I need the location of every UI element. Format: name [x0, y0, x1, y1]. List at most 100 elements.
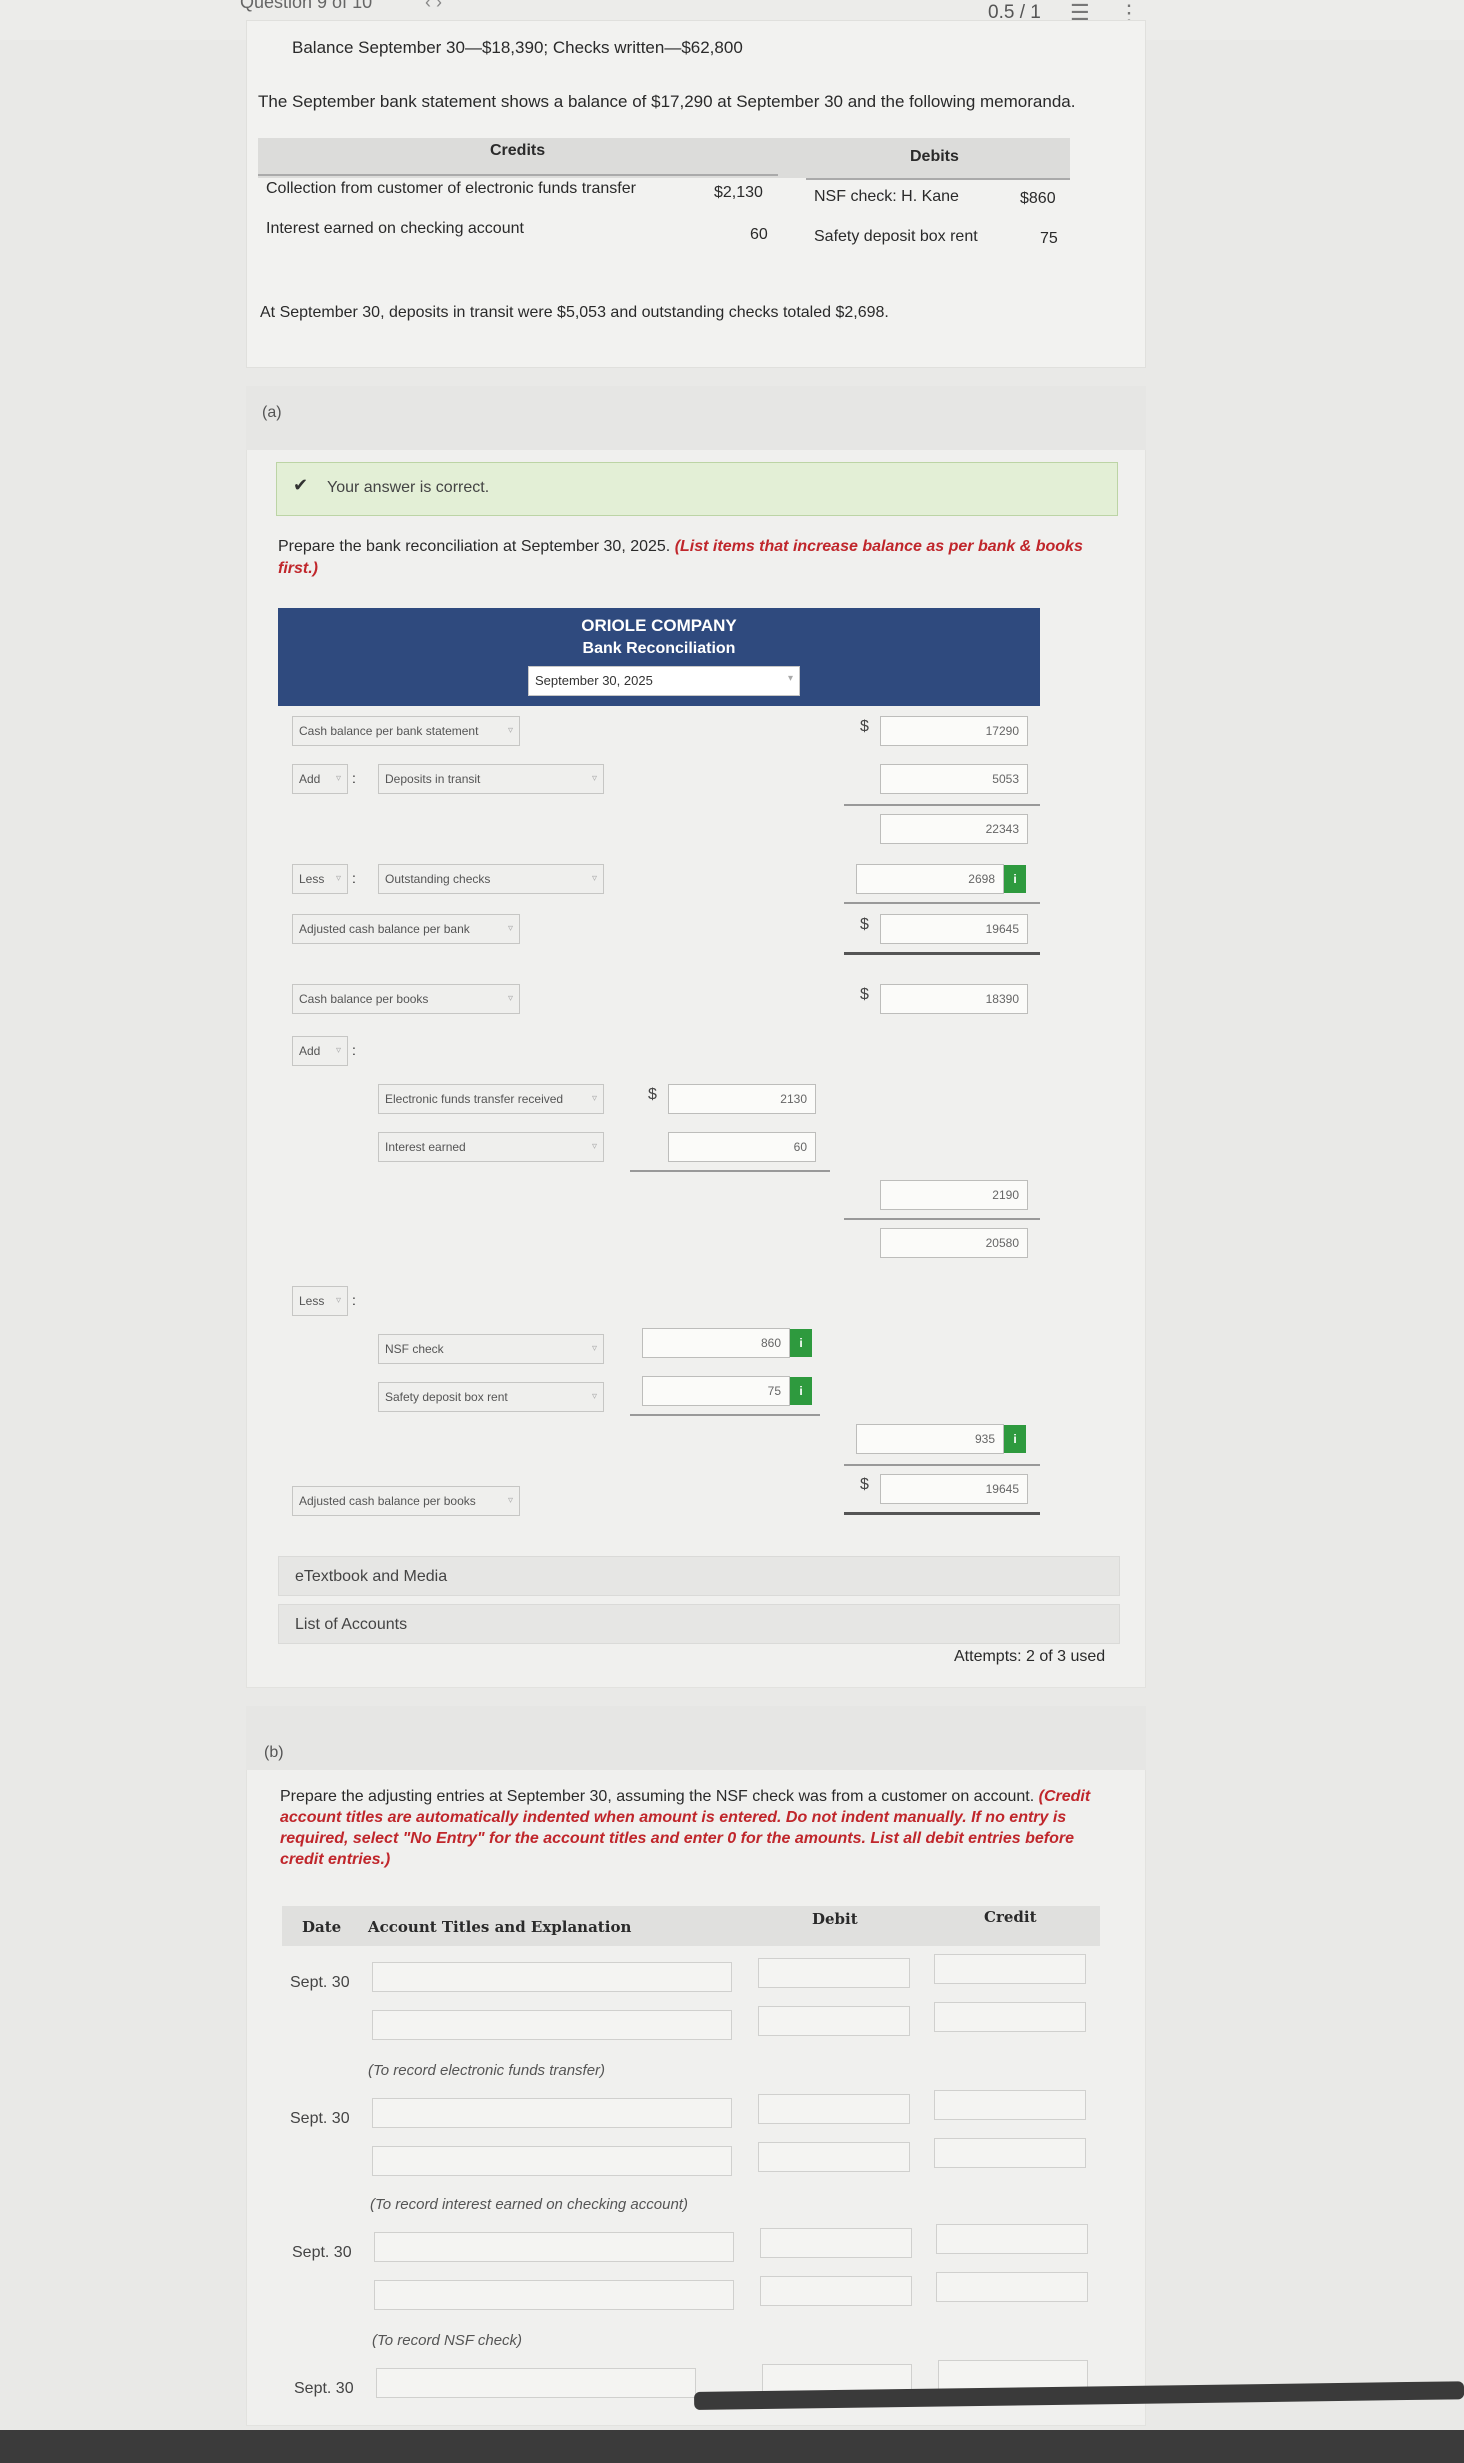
dollar-sign: $ — [860, 916, 869, 933]
rule — [844, 1464, 1040, 1466]
credit-input[interactable] — [938, 2360, 1088, 2390]
debit-input[interactable] — [760, 2276, 912, 2306]
check-icon: ✔ — [293, 475, 309, 495]
part-b-instruction: Prepare the adjusting entries at Septemb… — [280, 1786, 1120, 1870]
info-icon[interactable]: i — [1004, 1425, 1026, 1453]
part-a-instruction-text: Prepare the bank reconciliation at Septe… — [278, 538, 671, 555]
nsf-select[interactable]: NSF check ▿ — [378, 1334, 604, 1364]
account-input[interactable] — [372, 2010, 732, 2040]
adj-bank-input[interactable]: 19645 — [880, 914, 1028, 944]
safety-input[interactable]: 75 — [642, 1376, 790, 1406]
memo-debit-label-1: NSF check: H. Kane — [814, 188, 959, 205]
adj-books-select[interactable]: Adjusted cash balance per books ▿ — [292, 1486, 520, 1516]
subtotal1-input[interactable]: 22343 — [880, 814, 1028, 844]
account-input[interactable] — [372, 2146, 732, 2176]
eft-select[interactable]: Electronic funds transfer received ▿ — [378, 1084, 604, 1114]
double-rule — [844, 1512, 1040, 1515]
outstanding-select[interactable]: Outstanding checks ▿ — [378, 864, 604, 894]
credit-input[interactable] — [934, 2090, 1086, 2120]
col-date: Date — [302, 1918, 342, 1936]
entry-date: Sept. 30 — [294, 2380, 354, 2397]
bank-statement-input[interactable]: 17290 — [880, 716, 1028, 746]
rule — [630, 1414, 820, 1416]
etextbook-link[interactable]: eTextbook and Media — [278, 1556, 1120, 1596]
reconciliation-title: Bank Reconciliation — [582, 640, 736, 657]
entry-note: (To record electronic funds transfer) — [368, 2062, 606, 2079]
add2-select[interactable]: Add ▿ — [292, 1036, 348, 1066]
double-rule — [844, 952, 1040, 955]
colon: : — [352, 770, 356, 786]
colon: : — [352, 870, 356, 886]
dollar-sign: $ — [860, 1476, 869, 1493]
colon: : — [352, 1292, 356, 1308]
rule — [844, 1218, 1040, 1220]
outstanding-input[interactable]: 2698 — [856, 864, 1004, 894]
debit-input[interactable] — [758, 2142, 910, 2172]
deposits-select[interactable]: Deposits in transit ▿ — [378, 764, 604, 794]
adj-bank-select[interactable]: Adjusted cash balance per bank ▿ — [292, 914, 520, 944]
adj-books-input[interactable]: 19645 — [880, 1474, 1028, 1504]
credit-input[interactable] — [934, 2002, 1086, 2032]
memoranda-table: Credits Debits Collection from customer … — [258, 138, 1070, 268]
attempts-label: Attempts: 2 of 3 used — [954, 1648, 1106, 1665]
bank-statement-select[interactable]: Cash balance per bank statement ▿ — [292, 716, 520, 746]
credits-header: Credits — [490, 142, 546, 159]
balance-line: Balance September 30—$18,390; Checks wri… — [292, 38, 743, 57]
col-account: Account Titles and Explanation — [368, 1918, 632, 1936]
interest-select[interactable]: Interest earned ▿ — [378, 1132, 604, 1162]
account-input[interactable] — [372, 1962, 732, 1992]
less-select[interactable]: Less ▿ — [292, 864, 348, 894]
account-input[interactable] — [374, 2280, 734, 2310]
credit-input[interactable] — [936, 2272, 1088, 2302]
question-number: Question 9 of 10 — [240, 0, 373, 12]
date-select[interactable]: September 30, 2025 ▾ — [528, 666, 800, 696]
less-total-input[interactable]: 935 — [856, 1424, 1004, 1454]
debits-header: Debits — [910, 148, 959, 165]
statement-line: The September bank statement shows a bal… — [258, 92, 1076, 111]
info-icon[interactable]: i — [1004, 865, 1026, 893]
subtotal2-input[interactable]: 20580 — [880, 1228, 1028, 1258]
question-nav-arrows[interactable]: ‹ › — [425, 0, 442, 13]
less2-select[interactable]: Less ▿ — [292, 1286, 348, 1316]
debit-input[interactable] — [758, 1958, 910, 1988]
colon: : — [352, 1042, 356, 1058]
account-input[interactable] — [374, 2232, 734, 2262]
company-name: ORIOLE COMPANY — [581, 616, 737, 635]
journal-header: Date Account Titles and Explanation Debi… — [282, 1906, 1100, 1946]
deposits-input[interactable]: 5053 — [880, 764, 1028, 794]
credit-input[interactable] — [934, 1954, 1086, 1984]
part-b-instruction-text: Prepare the adjusting entries at Septemb… — [280, 1788, 1035, 1805]
memo-debit-amount-2: 75 — [1040, 230, 1058, 247]
col-credit: Credit — [984, 1908, 1037, 1926]
info-icon[interactable]: i — [790, 1377, 812, 1405]
memo-credit-amount-2: 60 — [750, 226, 768, 243]
eft-input[interactable]: 2130 — [668, 1084, 816, 1114]
correct-message: Your answer is correct. — [327, 479, 490, 496]
rule — [630, 1170, 830, 1172]
books-select[interactable]: Cash balance per books ▿ — [292, 984, 520, 1014]
credit-input[interactable] — [936, 2224, 1088, 2254]
info-icon[interactable]: i — [790, 1329, 812, 1357]
date-select-value: September 30, 2025 — [535, 673, 653, 688]
interest-input[interactable]: 60 — [668, 1132, 816, 1162]
memo-debit-amount-1: $860 — [1020, 190, 1056, 207]
rule — [844, 804, 1040, 806]
debit-input[interactable] — [758, 2006, 910, 2036]
add-select[interactable]: Add ▿ — [292, 764, 348, 794]
debit-input[interactable] — [760, 2228, 912, 2258]
credit-input[interactable] — [934, 2138, 1086, 2168]
nsf-input[interactable]: 860 — [642, 1328, 790, 1358]
correct-banner: ✔ Your answer is correct. — [276, 462, 1118, 516]
books-input[interactable]: 18390 — [880, 984, 1028, 1014]
memo-credit-label-1: Collection from customer of electronic f… — [266, 180, 636, 197]
memo-debit-label-2: Safety deposit box rent — [814, 228, 978, 245]
debits-underline — [806, 178, 1070, 180]
debit-input[interactable] — [758, 2094, 910, 2124]
safety-select[interactable]: Safety deposit box rent ▿ — [378, 1382, 604, 1412]
account-input[interactable] — [376, 2368, 696, 2398]
account-input[interactable] — [372, 2098, 732, 2128]
list-of-accounts-link[interactable]: List of Accounts — [278, 1604, 1120, 1644]
credits-underline — [258, 174, 778, 176]
add-total-input[interactable]: 2190 — [880, 1180, 1028, 1210]
part-b-label: (b) — [264, 1744, 284, 1761]
